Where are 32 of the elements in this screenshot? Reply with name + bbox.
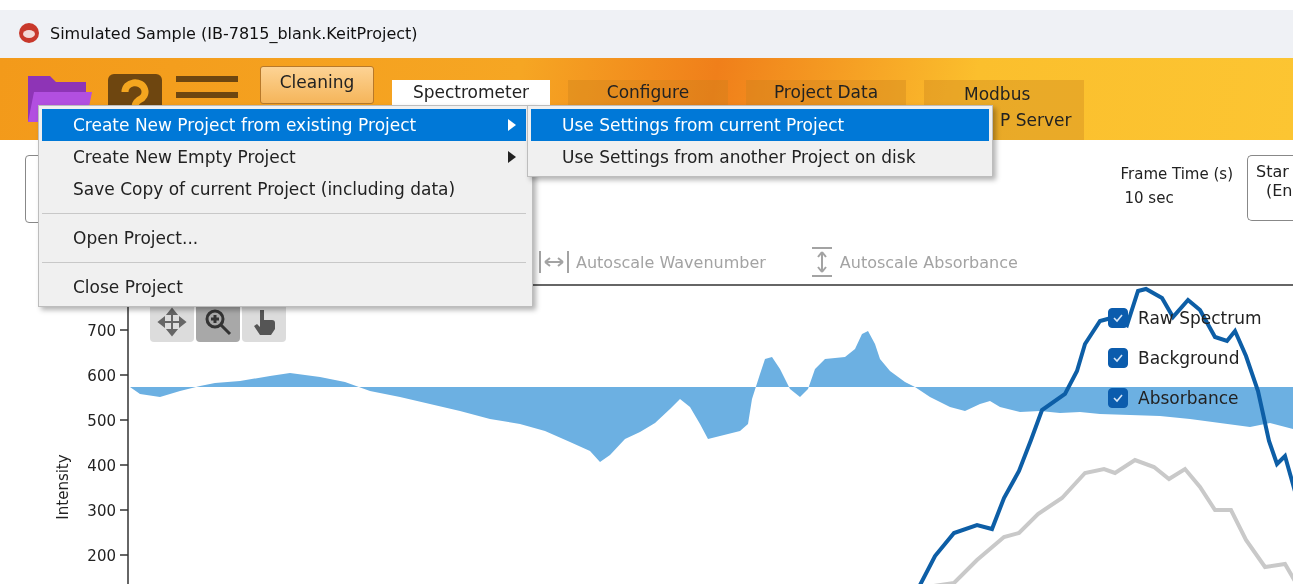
menu-item[interactable]: Create New Empty Project (42, 141, 526, 173)
legend-checkbox[interactable] (1108, 388, 1128, 408)
frame-time-value: 10 sec (1123, 189, 1175, 207)
legend-checkbox[interactable] (1108, 308, 1128, 328)
tick-label: 200 (87, 547, 116, 565)
legend-label: Absorbance (1138, 388, 1239, 408)
menu-item[interactable]: Open Project... (42, 222, 526, 254)
menu-item[interactable]: Save Copy of current Project (including data) (42, 173, 526, 205)
ribbon-tab[interactable]: Spectrometer (392, 80, 550, 105)
start-button[interactable]: Star (En (1247, 155, 1293, 221)
horizontal-arrows-icon (538, 249, 570, 275)
menu-item[interactable]: Use Settings from another Project on disk (531, 141, 989, 173)
menu-item[interactable]: Close Project (42, 271, 526, 303)
cleaning-button[interactable]: Cleaning (260, 66, 374, 104)
tick-label: 500 (87, 412, 116, 430)
app-logo-icon (18, 22, 40, 44)
frame-time-label: Frame Time (s) (1120, 165, 1233, 183)
menu-item[interactable]: Create New Project from existing Project (42, 109, 526, 141)
tick-label: 400 (87, 457, 116, 475)
vertical-arrows-icon (809, 246, 834, 278)
window-title: Simulated Sample (IB-7815_blank.KeitProject) (50, 23, 418, 43)
ribbon-tab[interactable]: Project Data (746, 80, 906, 105)
legend-checkbox[interactable] (1108, 348, 1128, 368)
menu-item[interactable]: Use Settings from current Project (531, 109, 989, 141)
ribbon-tab[interactable]: Configure (568, 80, 728, 105)
move-arrows-icon (157, 307, 187, 337)
zoom-in-icon (203, 307, 233, 337)
y-axis-label: Intensity (54, 454, 72, 520)
tick-label: 600 (87, 367, 116, 385)
tick-label: 300 (87, 502, 116, 520)
legend-label: Background (1138, 348, 1240, 368)
tick-label: 700 (87, 322, 116, 340)
